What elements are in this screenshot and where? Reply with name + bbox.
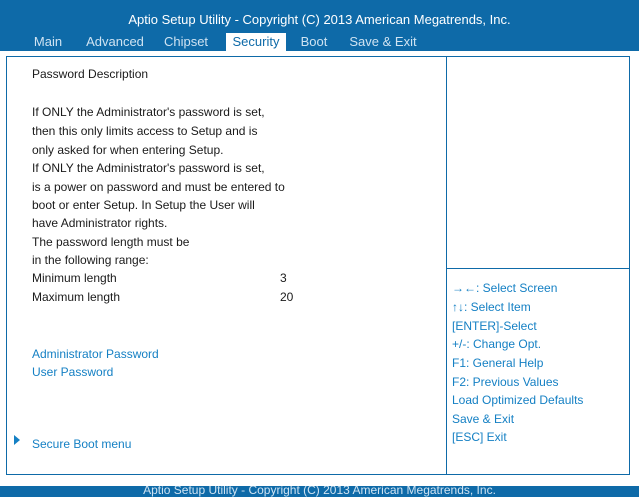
help-change-opt: +/-: Change Opt. (452, 337, 542, 351)
tab-security[interactable]: Security (226, 33, 286, 51)
help-general-help: F1: General Help (452, 356, 544, 370)
description-line: in the following range: (32, 253, 149, 267)
max-length-value: 20 (280, 290, 294, 304)
description-line: only asked for when entering Setup. (32, 143, 224, 157)
tab-advanced[interactable]: Advanced (81, 33, 149, 51)
panel-divider-horizontal (446, 268, 630, 269)
footer-bar: Aptio Setup Utility - Copyright (C) 2013… (0, 486, 639, 497)
panel-divider-vertical (446, 56, 447, 475)
submenu-arrow-icon (14, 435, 20, 445)
tab-main[interactable]: Main (27, 33, 69, 51)
description-line: is a power on password and must be enter… (32, 180, 285, 194)
help-load-defaults: Load Optimized Defaults (452, 393, 584, 407)
section-title: Password Description (32, 67, 149, 81)
min-length-value: 3 (280, 271, 287, 285)
secure-boot-menu-item[interactable]: Secure Boot menu (32, 437, 131, 451)
administrator-password-item[interactable]: Administrator Password (32, 347, 159, 361)
description-line: boot or enter Setup. In Setup the User w… (32, 198, 255, 212)
help-esc-exit: [ESC] Exit (452, 430, 507, 444)
tab-boot[interactable]: Boot (296, 33, 332, 51)
help-select-screen: →←: Select Screen (452, 281, 558, 295)
description-line: If ONLY the Administrator's password is … (32, 105, 265, 119)
help-previous-values: F2: Previous Values (452, 375, 559, 389)
description-line: then this only limits access to Setup an… (32, 124, 258, 138)
help-save-exit: Save & Exit (452, 412, 515, 426)
tab-chipset[interactable]: Chipset (157, 33, 215, 51)
tab-save-exit[interactable]: Save & Exit (345, 33, 421, 51)
min-length-label: Minimum length (32, 271, 117, 285)
user-password-item[interactable]: User Password (32, 365, 113, 379)
help-enter-select: [ENTER]-Select (452, 319, 537, 333)
app-title: Aptio Setup Utility - Copyright (C) 2013… (128, 12, 511, 27)
title-bar: Aptio Setup Utility - Copyright (C) 2013… (0, 0, 639, 51)
footer-title: Aptio Setup Utility - Copyright (C) 2013… (143, 486, 496, 497)
tab-bar: Main Advanced Chipset Security Boot Save… (0, 33, 639, 51)
help-select-item: ↑↓: Select Item (452, 300, 531, 314)
description-line: have Administrator rights. (32, 216, 168, 230)
description-line: The password length must be (32, 235, 190, 249)
description-line: If ONLY the Administrator's password is … (32, 161, 265, 175)
max-length-label: Maximum length (32, 290, 121, 304)
